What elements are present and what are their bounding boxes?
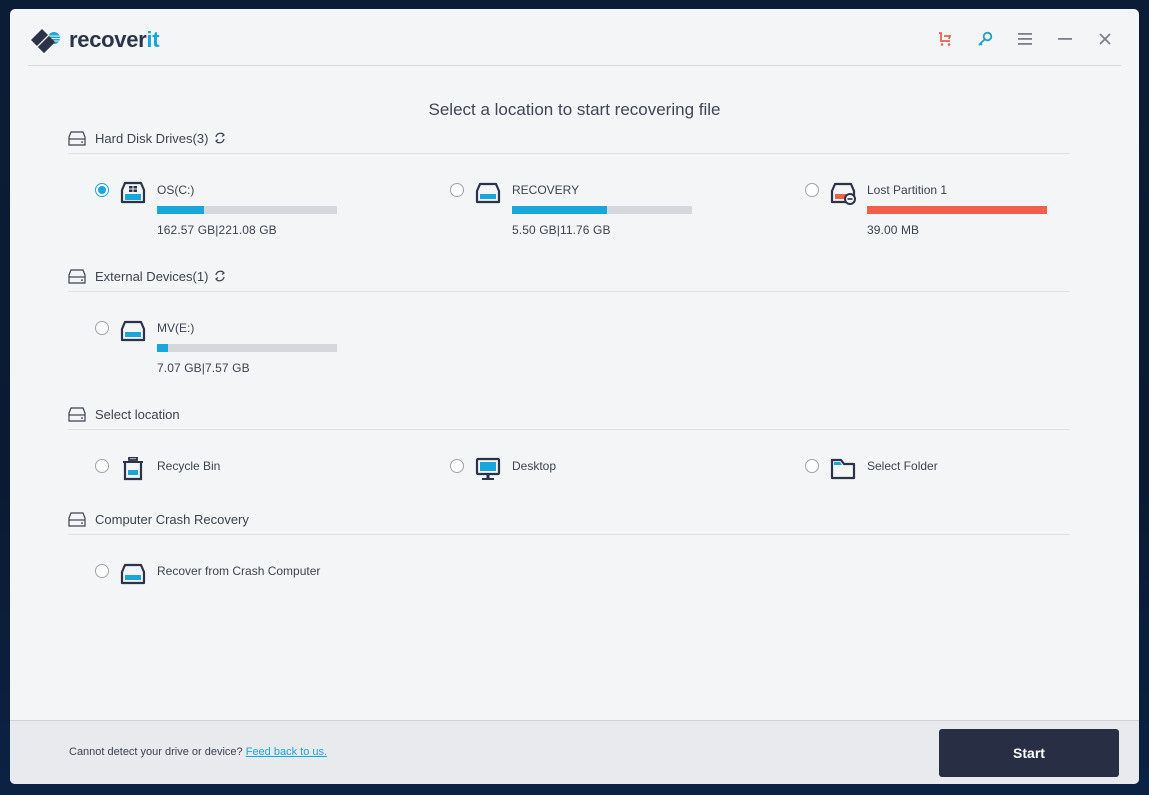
register-button[interactable] [965, 27, 1005, 51]
hard-disk-icon [68, 130, 86, 146]
crash-info: Recover from Crash Computer [157, 562, 320, 580]
location-info: Desktop [512, 457, 556, 475]
drive-info: Lost Partition 1 39.00 MB [867, 181, 1047, 237]
drive-item-recovery[interactable]: RECOVERY 5.50 GB|11.76 GB [450, 181, 692, 237]
section-hard-disk-drives: Hard Disk Drives(3) OS(C:) 162.57 GB|221… [68, 127, 1070, 254]
footer-message: Cannot detect your drive or device? Feed… [69, 746, 327, 758]
hard-disk-icon [68, 406, 86, 422]
radio-select-folder[interactable] [805, 459, 819, 473]
drive-size: 162.57 GB|221.08 GB [157, 223, 277, 237]
crash-label: Recover from Crash Computer [157, 564, 321, 578]
usage-bar-fill [867, 206, 1047, 214]
minimize-icon [1058, 38, 1072, 40]
device-list: MV(E:) 7.07 GB|7.57 GB [68, 292, 1070, 392]
drive-item-lost-partition-1[interactable]: Lost Partition 1 39.00 MB [805, 181, 1047, 237]
drive-size: 39.00 MB [867, 223, 920, 237]
windows-drive-icon [120, 181, 146, 204]
title-bar: recoverit [10, 9, 1139, 66]
drive-info: RECOVERY 5.50 GB|11.76 GB [512, 181, 692, 237]
recycle-bin-icon [123, 457, 143, 481]
drive-item-mv-e[interactable]: MV(E:) 7.07 GB|7.57 GB [95, 319, 337, 375]
refresh-icon [215, 132, 226, 144]
key-icon [978, 31, 993, 46]
folder-icon [830, 458, 856, 480]
usage-bar [157, 344, 337, 352]
radio-os-c[interactable] [95, 183, 109, 197]
section-external-devices: External Devices(1) MV(E:) 7.07 GB|7.57 … [68, 265, 1070, 392]
window-actions [925, 27, 1125, 51]
footer-question: Cannot detect your drive or device? [69, 746, 246, 758]
usage-bar [512, 206, 692, 214]
drive-info: OS(C:) 162.57 GB|221.08 GB [157, 181, 337, 237]
section-header: Hard Disk Drives(3) [68, 127, 1070, 154]
drive-size: 7.07 GB|7.57 GB [157, 361, 250, 375]
usage-bar [157, 206, 337, 214]
location-item-desktop[interactable]: Desktop [450, 457, 556, 481]
lost-partition-icon [830, 182, 856, 205]
crash-drive-icon [120, 563, 146, 585]
radio-lost-partition-1[interactable] [805, 183, 819, 197]
drive-label: MV(E:) [157, 321, 195, 335]
radio-mv-e[interactable] [95, 321, 109, 335]
radio-crash-computer[interactable] [95, 564, 109, 578]
refresh-button[interactable] [213, 131, 227, 145]
radio-recycle-bin[interactable] [95, 459, 109, 473]
section-computer-crash-recovery: Computer Crash Recovery Recover from Cra… [68, 508, 1070, 635]
feedback-link[interactable]: Feed back to us. [246, 746, 327, 758]
app-logo: recoverit [29, 24, 160, 56]
crash-list: Recover from Crash Computer [68, 535, 1070, 635]
location-label: Recycle Bin [157, 459, 221, 473]
menu-icon [1018, 33, 1032, 45]
section-header: Select location [68, 403, 1070, 430]
usage-bar [867, 206, 1047, 214]
drive-label: Lost Partition 1 [867, 183, 948, 197]
minimize-button[interactable] [1045, 27, 1085, 51]
footer: Cannot detect your drive or device? Feed… [10, 720, 1139, 784]
external-drive-icon [120, 320, 146, 342]
section-title: Select location [95, 406, 180, 422]
cart-icon [939, 32, 952, 46]
drive-item-os-c[interactable]: OS(C:) 162.57 GB|221.08 GB [95, 181, 337, 237]
app-name: recoverit [69, 27, 160, 52]
section-title: External Devices(1) [95, 268, 209, 284]
hard-disk-icon [68, 511, 86, 527]
radio-recovery[interactable] [450, 183, 464, 197]
header-divider [28, 65, 1121, 66]
location-info: Select Folder [867, 457, 938, 475]
usage-bar-fill [512, 206, 608, 214]
cart-button[interactable] [925, 27, 965, 51]
drive-list: OS(C:) 162.57 GB|221.08 GB RECOVERY 5.50… [68, 154, 1070, 254]
location-label: Select Folder [867, 459, 938, 473]
section-title: Hard Disk Drives(3) [95, 130, 209, 146]
close-icon [1099, 33, 1111, 45]
drive-size: 5.50 GB|11.76 GB [512, 223, 611, 237]
refresh-button[interactable] [213, 269, 227, 283]
location-info: Recycle Bin [157, 457, 220, 475]
crash-item-recover-from-crash-computer[interactable]: Recover from Crash Computer [95, 562, 320, 586]
desktop-icon [475, 457, 501, 480]
section-header: Computer Crash Recovery [68, 508, 1070, 535]
usage-bar-fill [157, 344, 168, 352]
section-title: Computer Crash Recovery [95, 511, 249, 527]
drive-icon [475, 182, 501, 204]
location-item-select-folder[interactable]: Select Folder [805, 457, 938, 481]
drive-info: MV(E:) 7.07 GB|7.57 GB [157, 319, 337, 375]
close-button[interactable] [1085, 27, 1125, 51]
start-button[interactable]: Start [939, 729, 1119, 777]
drive-label: RECOVERY [512, 183, 580, 197]
page-title: Select a location to start recovering fi… [428, 100, 721, 119]
hard-disk-icon [68, 268, 86, 284]
usage-bar-fill [157, 206, 204, 214]
app-window: recoverit Select a location to start rec… [10, 9, 1139, 784]
radio-desktop[interactable] [450, 459, 464, 473]
refresh-icon [215, 270, 226, 282]
section-header: External Devices(1) [68, 265, 1070, 292]
location-label: Desktop [512, 459, 557, 473]
drive-label: OS(C:) [157, 183, 195, 197]
recoverit-logo-icon [31, 29, 60, 53]
menu-button[interactable] [1005, 27, 1045, 51]
location-item-recycle-bin[interactable]: Recycle Bin [95, 457, 220, 481]
